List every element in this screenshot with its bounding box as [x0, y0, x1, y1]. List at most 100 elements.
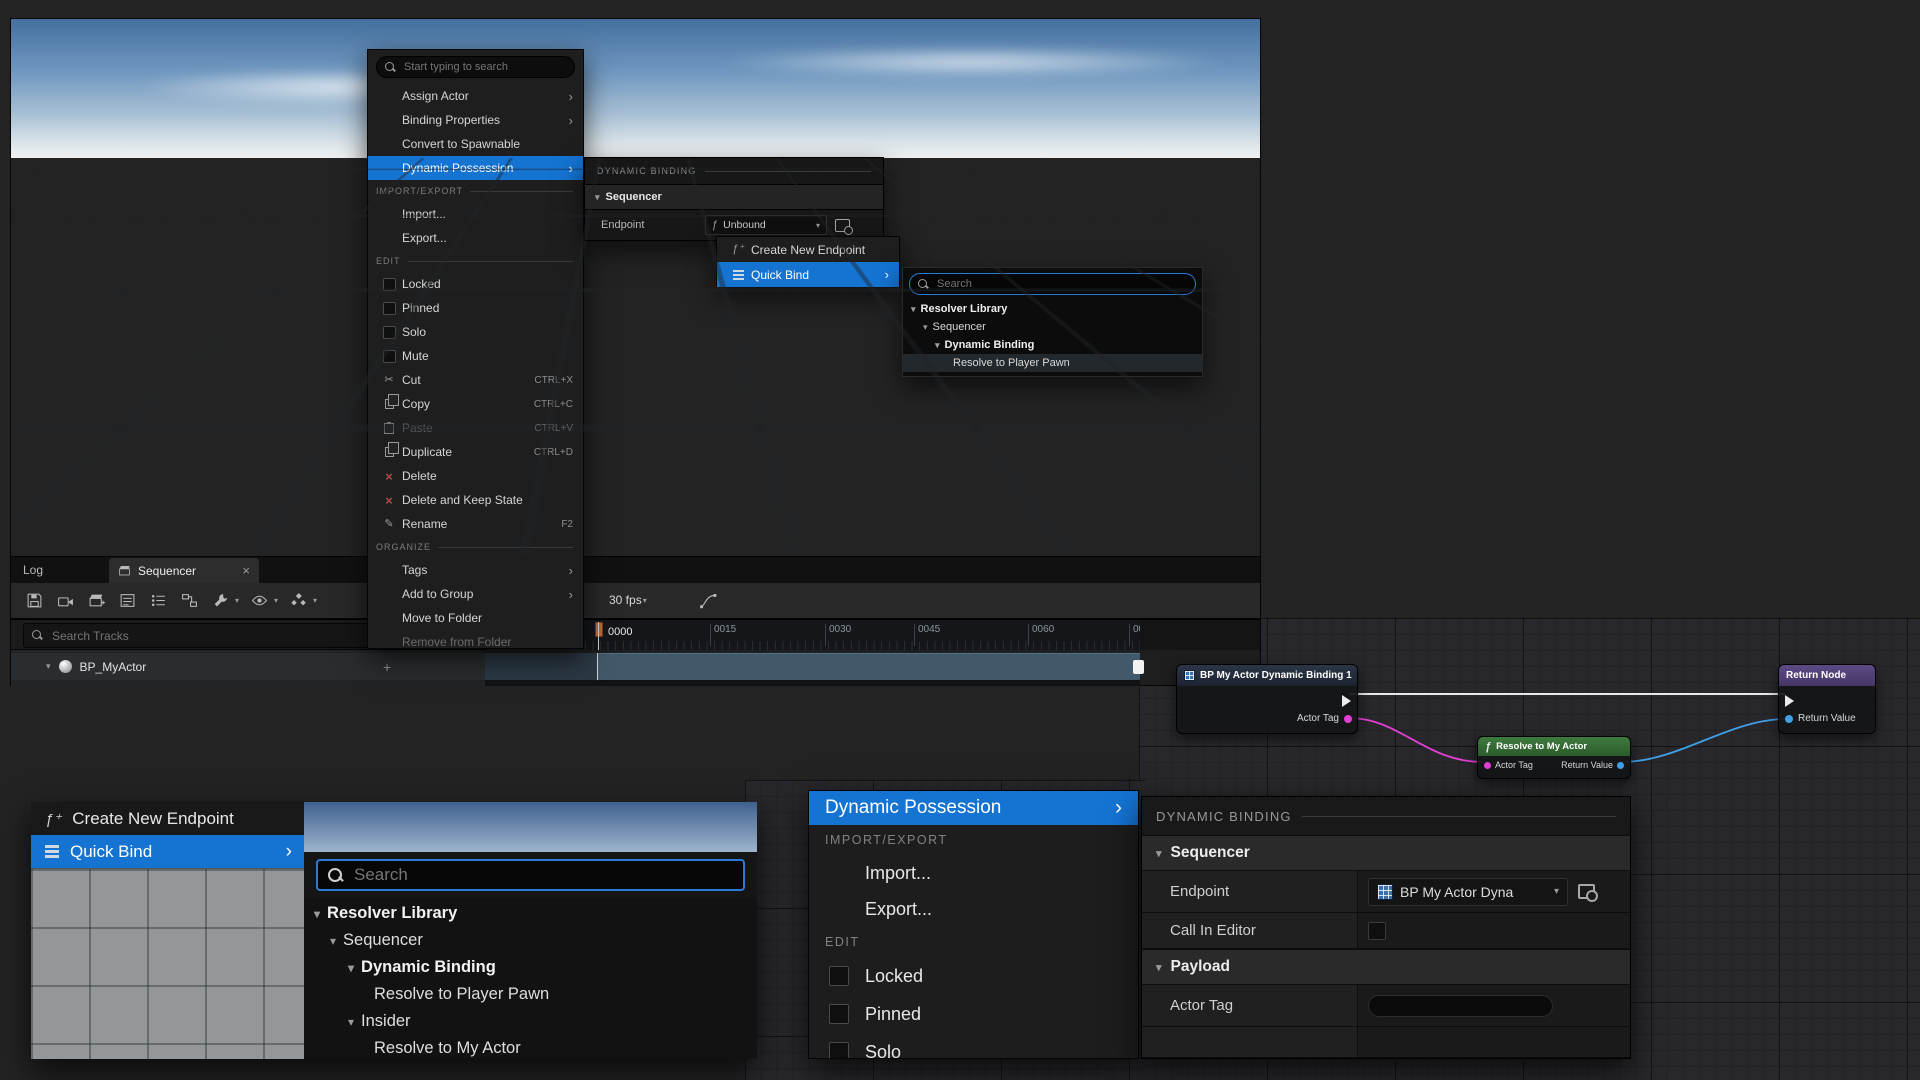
submenu-arrow-icon: › [286, 841, 292, 863]
playhead-marker[interactable] [595, 622, 603, 637]
zoom-menu-item-dynamic-possession[interactable]: Dynamic Possession › [809, 791, 1138, 825]
endpoint-dropdown[interactable]: BP My Actor Dyna ▾ [1368, 878, 1568, 906]
tree-item-resolver-library[interactable]: ▾Resolver Library [304, 900, 757, 927]
solo-checkbox[interactable] [383, 326, 396, 339]
zoom-menu-item-create-new-endpoint[interactable]: ƒ⁺ Create New Endpoint [31, 802, 304, 835]
scrollbar-thumb[interactable] [1133, 660, 1144, 674]
add-section-button[interactable]: + [383, 659, 391, 675]
pin-actor-tag-out[interactable]: Actor Tag [1297, 713, 1352, 724]
view-options-button[interactable] [248, 590, 270, 612]
menu-item-dynamic-possession[interactable]: Dynamic Possession› [368, 156, 583, 180]
call-in-editor-checkbox[interactable] [1368, 922, 1386, 940]
menu-item-assign-actor[interactable]: Assign Actor› [368, 84, 583, 108]
zoom-menu-item-import[interactable]: Import... [809, 855, 1138, 891]
binding-group-sequencer[interactable]: ▾ Sequencer [585, 184, 883, 210]
track-lane-outside-range[interactable] [485, 653, 597, 680]
eye-icon [251, 592, 268, 609]
menu-item-mute[interactable]: Mute [368, 344, 583, 368]
menu-item-create-new-endpoint[interactable]: ƒ⁺ Create New Endpoint [717, 237, 899, 262]
pin-return-value-out[interactable]: Return Value [1561, 760, 1624, 770]
fps-dropdown[interactable]: 30 fps ▾ [601, 588, 655, 612]
endpoint-dropdown[interactable]: ƒ Unbound ▾ [705, 215, 827, 235]
tab-log[interactable]: Log [23, 557, 43, 583]
render-movie-button[interactable] [85, 590, 107, 612]
track-expand-icon[interactable]: ▾ [46, 661, 51, 672]
node-resolve-to-my-actor[interactable]: ƒ Resolve to My Actor Actor Tag Return V… [1477, 736, 1631, 779]
node-return[interactable]: Return Node Return Value [1778, 664, 1876, 734]
tab-close-icon[interactable]: × [242, 563, 250, 578]
search-icon [385, 62, 396, 73]
playback-options-button[interactable] [209, 590, 231, 612]
locked-checkbox[interactable] [383, 278, 396, 291]
menu-item-import[interactable]: Import... [368, 202, 583, 226]
solo-checkbox[interactable] [829, 1042, 849, 1059]
menu-search-input[interactable] [402, 60, 566, 74]
tree-item-resolve-to-player-pawn[interactable]: Resolve to Player Pawn [903, 354, 1202, 372]
zoom-menu-item-pinned[interactable]: Pinned [809, 995, 1138, 1033]
tree-item-resolve-to-my-actor[interactable]: Resolve to My Actor [304, 1035, 757, 1059]
menu-item-pinned[interactable]: Pinned [368, 296, 583, 320]
tree-item-sequencer[interactable]: ▾Sequencer [903, 318, 1202, 336]
tab-sequencer[interactable]: Sequencer × [109, 558, 259, 583]
playhead-line [598, 622, 599, 650]
save-button[interactable] [23, 590, 45, 612]
details-category-payload[interactable]: ▾ Payload [1142, 949, 1630, 985]
sequencer-node-button[interactable] [178, 590, 200, 612]
menu-item-solo[interactable]: Solo [368, 320, 583, 344]
menu-item-rename[interactable]: ✎RenameF2 [368, 512, 583, 536]
pinned-checkbox[interactable] [829, 1004, 849, 1024]
node-binding-header: BP My Actor Dynamic Binding 1 [1177, 665, 1357, 686]
pin-return-value-in[interactable]: Return Value [1785, 713, 1856, 724]
zoom-search-input[interactable] [352, 864, 733, 886]
tree-item-insider[interactable]: ▾Insider [304, 1008, 757, 1035]
menu-item-binding-properties[interactable]: Binding Properties› [368, 108, 583, 132]
menu-item-copy[interactable]: CopyCTRL+C [368, 392, 583, 416]
zoom-menu-item-quick-bind[interactable]: Quick Bind › [31, 835, 304, 868]
zoom-menu-item-locked[interactable]: Locked [809, 957, 1138, 995]
pin-actor-tag-in[interactable]: Actor Tag [1484, 760, 1533, 770]
details-category-sequencer[interactable]: ▾ Sequencer [1142, 835, 1630, 871]
zoom-menu-item-export[interactable]: Export... [809, 891, 1138, 927]
menu-item-locked[interactable]: Locked [368, 272, 583, 296]
menu-item-move-to-folder[interactable]: Move to Folder [368, 606, 583, 630]
zoom-search-box[interactable] [316, 859, 745, 891]
tree-item-sequencer[interactable]: ▾Sequencer [304, 927, 757, 954]
menu-item-quick-bind[interactable]: Quick Bind › [717, 262, 899, 287]
pinned-checkbox[interactable] [383, 302, 396, 315]
menu-search-box[interactable] [376, 56, 575, 78]
menu-item-delete[interactable]: ×Delete [368, 464, 583, 488]
track-row-bp-myactor[interactable]: ▾ BP_MyActor + [11, 653, 485, 680]
exec-pin-icon[interactable] [1342, 695, 1351, 707]
quick-bind-search-box[interactable] [909, 273, 1196, 295]
menu-item-tags[interactable]: Tags› [368, 558, 583, 582]
quick-bind-search-input[interactable] [935, 277, 1187, 291]
track-lane-section[interactable] [597, 653, 1140, 680]
keyframe-options-button[interactable] [287, 590, 309, 612]
mute-checkbox[interactable] [383, 350, 396, 363]
exec-pin-icon[interactable] [1785, 695, 1794, 707]
menu-item-cut[interactable]: ✂CutCTRL+X [368, 368, 583, 392]
tree-item-dynamic-binding[interactable]: ▾Dynamic Binding [304, 954, 757, 981]
timeline-scrollbar[interactable] [485, 680, 1140, 686]
create-camera-button[interactable] [54, 590, 76, 612]
tree-item-resolver-library[interactable]: ▾Resolver Library [903, 300, 1202, 318]
menu-item-export[interactable]: Export... [368, 226, 583, 250]
edit-details-button[interactable] [116, 590, 138, 612]
menu-item-duplicate[interactable]: DuplicateCTRL+D [368, 440, 583, 464]
menu-item-add-to-group[interactable]: Add to Group› [368, 582, 583, 606]
curve-editor-button[interactable] [697, 590, 719, 612]
menu-item-convert-to-spawnable[interactable]: Convert to Spawnable [368, 132, 583, 156]
chevron-down-icon: ▾ [313, 596, 317, 605]
actions-button[interactable] [147, 590, 169, 612]
zoom-menu-item-solo[interactable]: Solo [809, 1033, 1138, 1059]
browse-asset-icon[interactable] [1578, 884, 1595, 899]
tree-item-resolve-to-player-pawn[interactable]: Resolve to Player Pawn [304, 981, 757, 1008]
locked-checkbox[interactable] [829, 966, 849, 986]
list-options-icon [150, 592, 167, 609]
actor-tag-input[interactable] [1368, 995, 1553, 1017]
node-binding-event[interactable]: BP My Actor Dynamic Binding 1 Actor Tag [1176, 664, 1358, 734]
cut-icon: ✂ [384, 375, 393, 386]
tree-item-dynamic-binding[interactable]: ▾Dynamic Binding [903, 336, 1202, 354]
browse-asset-icon[interactable] [835, 219, 850, 232]
menu-item-delete-keep-state[interactable]: ×Delete and Keep State [368, 488, 583, 512]
